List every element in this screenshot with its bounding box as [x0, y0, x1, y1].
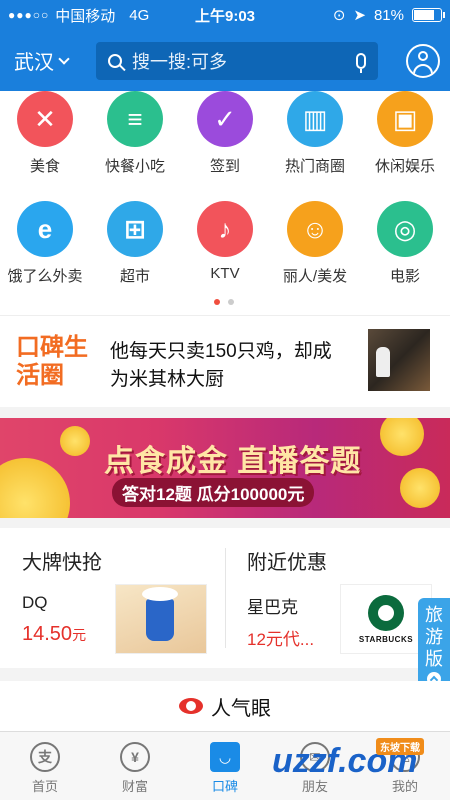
category-item[interactable]: ☺ 丽人/美发 [270, 201, 360, 286]
signal-icon: ●●●○○ [8, 8, 50, 22]
page-dot [214, 299, 220, 305]
koubei-logo: 口碑生活圈 [16, 334, 88, 389]
promo-card[interactable]: 口碑生活圈 他每天只卖150只鸡，却成为米其林大厨 [0, 315, 450, 407]
category-label: 美食 [29, 158, 60, 175]
check-icon: ✓ [197, 91, 253, 147]
tab-label: 财富 [121, 779, 148, 794]
category-item[interactable]: ▥ 热门商圈 [270, 91, 360, 176]
category-label: 热门商圈 [284, 158, 345, 175]
category-label: 超市 [119, 268, 150, 285]
status-bar: ●●●○○ 中国移动 4G 上午9:03 ⊙ ➤ 81% [0, 0, 450, 30]
category-item[interactable]: ✓ 签到 [180, 91, 270, 176]
alipay-icon: 支 [30, 742, 60, 772]
film-icon: ◎ [377, 201, 433, 257]
building-icon: ▥ [287, 91, 343, 147]
tab-wealth[interactable]: ¥ 财富 [90, 732, 180, 800]
wealth-icon: ¥ [120, 742, 150, 772]
clock: 上午9:03 [194, 7, 256, 25]
search-icon [108, 53, 122, 68]
travel-mode-button[interactable]: 旅游版 [418, 598, 450, 690]
category-label: 签到 [209, 158, 240, 175]
basket-icon: ⊞ [107, 201, 163, 257]
carrier-label: 中国移动 [55, 7, 116, 25]
rotation-lock-icon: ⊙ [332, 7, 346, 24]
category-label: 休闲娱乐 [374, 158, 435, 175]
category-item[interactable]: e 饿了么外卖 [0, 201, 90, 286]
promo-headline: 他每天只卖150只鸡，却成为米其林大厨 [110, 341, 332, 390]
page-indicator [214, 299, 234, 305]
search-input[interactable]: 搜一搜:可多 [96, 41, 378, 80]
category-item[interactable]: ◎ 电影 [360, 201, 450, 286]
eye-icon [179, 698, 203, 714]
chevron-down-icon [58, 52, 70, 65]
tab-alipay[interactable]: 支首页 [0, 732, 90, 800]
top-bar: ●●●○○ 中国移动 4G 上午9:03 ⊙ ➤ 81% 武汉 搜一搜:可多 [0, 0, 450, 91]
nearby-discount-deal[interactable]: 附近优惠 星巴克 12元代... STARBUCKS [225, 528, 450, 668]
gamepad-icon: ▣ [377, 91, 433, 147]
category-label: 电影 [389, 268, 420, 285]
category-item[interactable]: ♪ KTV [180, 201, 270, 282]
user-avatar-button[interactable] [406, 43, 440, 78]
tab-label: 口碑 [211, 779, 238, 794]
banner-subtitle: 答对12题 瓜分100000元 [112, 478, 315, 507]
deal-price: 12元代... [247, 630, 315, 649]
category-item[interactable]: ≡ 快餐小吃 [90, 91, 180, 176]
page-dot [228, 299, 234, 305]
dq-product-image [115, 584, 207, 654]
deal-name: 星巴克 [247, 598, 298, 617]
category-label: 饿了么外卖 [7, 268, 83, 285]
battery-icon [412, 8, 445, 22]
woman-icon: ☺ [287, 201, 343, 257]
category-label: KTV [210, 265, 240, 282]
deal-title: 大牌快抢 [22, 552, 102, 574]
network-label: 4G [129, 6, 150, 24]
chef-photo [368, 329, 430, 391]
location-icon: ➤ [353, 7, 366, 24]
burger-icon: ≡ [107, 91, 163, 147]
tab-label: 首页 [31, 779, 58, 794]
tab-koubei[interactable]: ◡ 口碑 [180, 732, 270, 800]
category-item[interactable]: ▣ 休闲娱乐 [360, 91, 450, 176]
category-grid: ✕ 美食 ≡ 快餐小吃 ✓ 签到 ▥ 热门商圈 ▣ 休闲娱乐 e 饿了么外卖 ⊞ 超市 ♪ KTV ☺ 丽人/美发… [0, 91, 450, 315]
category-item[interactable]: ✕ 美食 [0, 91, 90, 176]
quiz-banner[interactable]: 点食成金 直播答题 答对12题 瓜分100000元 [0, 418, 450, 518]
microphone-icon[interactable] [356, 52, 366, 73]
deal-price: 14.50元 [22, 623, 87, 645]
popular-section-header: 人气眼 [0, 681, 450, 731]
microphone-icon: ♪ [197, 201, 253, 257]
koubei-icon: ◡ [210, 742, 240, 772]
battery-percent: 81% [373, 6, 404, 24]
city-selector[interactable]: 武汉 [14, 46, 96, 75]
fork-knife-icon: ✕ [17, 91, 73, 147]
search-placeholder: 搜一搜:可多 [132, 51, 228, 72]
category-label: 丽人/美发 [282, 268, 348, 285]
brand-flash-deal[interactable]: 大牌快抢 DQ 14.50元 [0, 528, 225, 668]
deal-title: 附近优惠 [247, 552, 327, 574]
city-label: 武汉 [14, 52, 54, 74]
deal-name: DQ [22, 593, 48, 612]
watermark-logo: uzzf.com 东坡下载 [272, 738, 442, 792]
eleme-icon: e [17, 201, 73, 257]
category-item[interactable]: ⊞ 超市 [90, 201, 180, 286]
popular-title: 人气眼 [211, 697, 271, 720]
travel-label: 旅游版 [425, 605, 443, 669]
avatar-icon [418, 50, 428, 61]
banner-title: 点食成金 直播答题 [104, 445, 362, 478]
deals-section: 大牌快抢 DQ 14.50元 附近优惠 星巴克 12元代... STARBUCK… [0, 528, 450, 668]
category-label: 快餐小吃 [104, 158, 165, 175]
